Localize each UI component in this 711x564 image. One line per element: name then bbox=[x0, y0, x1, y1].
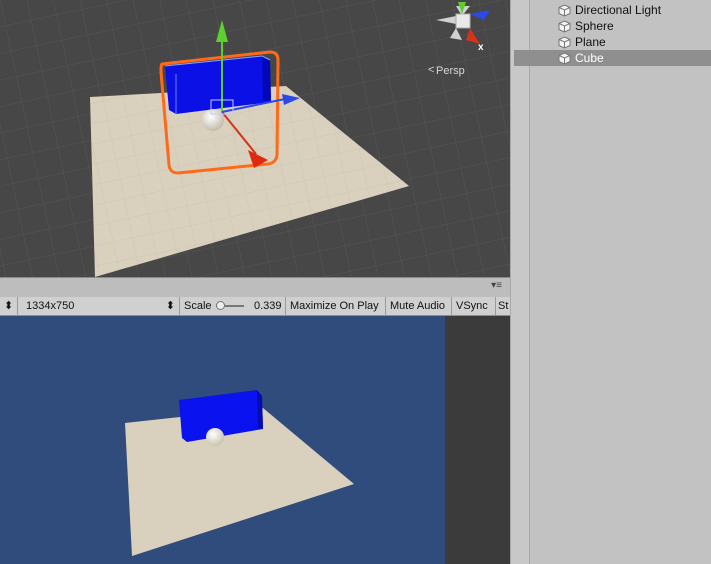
dropdown-arrow-icon: ⬍ bbox=[4, 300, 14, 312]
persp-arrow-icon: < bbox=[428, 64, 435, 76]
gizmo-x-label: x bbox=[478, 42, 484, 53]
hierarchy-item-label: Sphere bbox=[575, 19, 614, 33]
stats-toggle[interactable]: St bbox=[496, 297, 510, 315]
game-toolbar: ⬍ 1334x750 ⬍ Scale 0.339 Maximize On Pla… bbox=[0, 297, 510, 316]
gameobject-icon bbox=[558, 52, 571, 65]
mute-audio-toggle[interactable]: Mute Audio bbox=[386, 297, 452, 315]
toolbar-left-dropdown[interactable]: ⬍ bbox=[0, 297, 18, 315]
resolution-dropdown[interactable]: 1334x750 ⬍ bbox=[18, 297, 180, 315]
hierarchy-item-label: Cube bbox=[575, 51, 604, 65]
maximize-on-play-toggle[interactable]: Maximize On Play bbox=[286, 297, 386, 315]
scale-slider[interactable]: Scale 0.339 bbox=[180, 297, 286, 315]
gameobject-icon bbox=[558, 36, 571, 49]
maximize-on-play-label: Maximize On Play bbox=[290, 300, 379, 312]
scene-sphere bbox=[202, 109, 224, 131]
game-sphere bbox=[206, 428, 224, 446]
hierarchy-item-label: Directional Light bbox=[575, 3, 662, 17]
hierarchy-item-plane[interactable]: Plane bbox=[530, 34, 711, 50]
camera-mode-label[interactable]: Persp bbox=[436, 65, 465, 77]
gameobject-icon bbox=[558, 4, 571, 17]
vsync-label: VSync bbox=[456, 300, 488, 312]
panel-divider[interactable]: ▾≡ bbox=[0, 277, 510, 298]
mute-audio-label: Mute Audio bbox=[390, 300, 446, 312]
gameobject-icon bbox=[558, 20, 571, 33]
pane-menu-icon[interactable]: ▾≡ bbox=[491, 280, 502, 291]
slider-thumb[interactable] bbox=[216, 301, 225, 310]
hierarchy-item-cube[interactable]: Cube bbox=[514, 50, 711, 66]
scale-value: 0.339 bbox=[254, 300, 282, 312]
hierarchy-panel: Directional Light Sphere Plane Cube bbox=[514, 0, 711, 564]
hierarchy-item-directional-light[interactable]: Directional Light bbox=[530, 2, 711, 18]
hierarchy-item-label: Plane bbox=[575, 35, 606, 49]
hierarchy-item-sphere[interactable]: Sphere bbox=[530, 18, 711, 34]
scene-view[interactable]: x Persp < bbox=[0, 0, 510, 277]
game-view-margin bbox=[445, 316, 510, 564]
resolution-label: 1334x750 bbox=[26, 300, 75, 312]
dropdown-arrow-icon: ⬍ bbox=[165, 300, 175, 312]
stats-label: St bbox=[498, 300, 509, 312]
panel-splitter[interactable] bbox=[510, 0, 530, 564]
vsync-toggle[interactable]: VSync bbox=[452, 297, 496, 315]
game-view[interactable] bbox=[0, 316, 445, 564]
scale-label: Scale bbox=[184, 300, 212, 312]
